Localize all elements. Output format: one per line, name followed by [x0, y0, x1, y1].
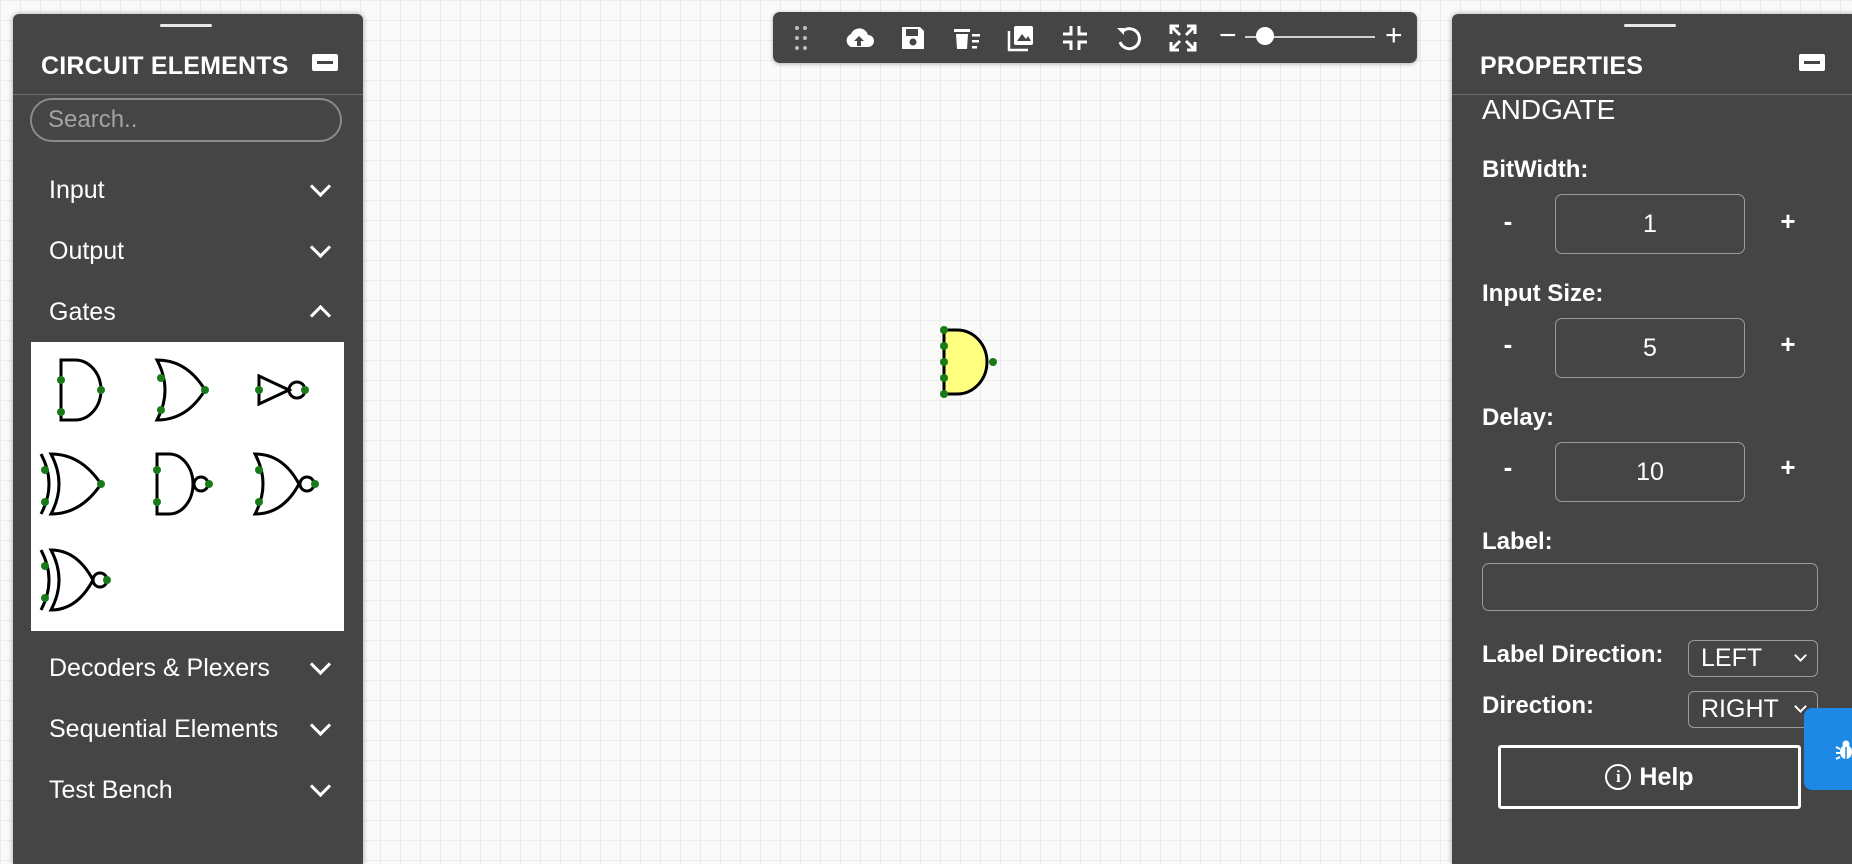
bitwidth-input[interactable]: 1 — [1555, 194, 1745, 254]
minimize-button[interactable] — [1799, 54, 1825, 71]
delay-decrement-button[interactable]: - — [1493, 452, 1523, 483]
panel-title: CIRCUIT ELEMENTS — [41, 52, 289, 80]
gates-palette — [31, 342, 344, 631]
delay-input[interactable]: 10 — [1555, 442, 1745, 502]
bitwidth-label: BitWidth: — [1482, 156, 1589, 183]
zoom-out-button[interactable]: − — [1219, 18, 1237, 54]
input-size-input[interactable]: 5 — [1555, 318, 1745, 378]
input-size-increment-button[interactable]: + — [1773, 329, 1803, 360]
or-gate-icon[interactable] — [147, 350, 227, 430]
input-size-label: Input Size: — [1482, 280, 1604, 307]
chevron-down-icon — [309, 175, 332, 198]
category-label: Sequential Elements — [49, 715, 279, 743]
cloud-upload-icon[interactable] — [843, 22, 875, 54]
category-label: Output — [49, 237, 125, 265]
nand-gate-icon[interactable] — [147, 444, 227, 524]
help-label: Help — [1639, 762, 1694, 791]
circuit-elements-panel: CIRCUIT ELEMENTS Input Output Gates — [13, 14, 363, 864]
category-gates[interactable]: Gates — [13, 288, 363, 338]
category-output[interactable]: Output — [13, 227, 363, 277]
xnor-gate-icon[interactable] — [37, 540, 117, 620]
input-size-decrement-button[interactable]: - — [1493, 329, 1523, 360]
delete-all-icon[interactable] — [951, 22, 983, 54]
delay-increment-button[interactable]: + — [1773, 452, 1803, 483]
bug-icon — [1835, 740, 1852, 760]
chevron-down-icon — [309, 775, 332, 798]
bitwidth-increment-button[interactable]: + — [1773, 206, 1803, 237]
minimize-button[interactable] — [312, 54, 338, 71]
element-name: ANDGATE — [1482, 94, 1616, 125]
label-direction-select[interactable]: LEFT — [1688, 640, 1818, 677]
not-gate-icon[interactable] — [249, 350, 329, 430]
category-label: Input — [49, 176, 105, 204]
category-label: Decoders & Plexers — [49, 654, 270, 682]
chevron-up-icon — [309, 304, 332, 327]
chevron-down-icon — [309, 653, 332, 676]
fullscreen-icon[interactable] — [1167, 22, 1199, 54]
label-direction-label: Label Direction: — [1482, 641, 1664, 668]
bitwidth-decrement-button[interactable]: - — [1493, 206, 1523, 237]
label-direction-value: LEFT — [1701, 644, 1763, 672]
xor-gate-icon[interactable] — [37, 444, 117, 524]
and-gate-icon[interactable] — [45, 350, 125, 430]
nor-gate-icon[interactable] — [249, 444, 329, 524]
category-sequential-elements[interactable]: Sequential Elements — [13, 705, 363, 755]
properties-panel: PROPERTIES ANDGATE BitWidth: - 1 + Input… — [1452, 14, 1852, 864]
undo-icon[interactable] — [1113, 22, 1145, 54]
image-icon[interactable] — [1005, 22, 1037, 54]
panel-drag-handle[interactable] — [160, 24, 212, 27]
drag-handle-icon[interactable] — [785, 22, 817, 54]
zoom-in-button[interactable]: + — [1385, 18, 1403, 54]
chevron-down-icon — [309, 236, 332, 259]
direction-select[interactable]: RIGHT — [1688, 691, 1818, 728]
fit-to-screen-icon[interactable] — [1059, 22, 1091, 54]
label-input[interactable] — [1482, 563, 1818, 611]
toolbar: − + — [773, 12, 1417, 63]
delay-label: Delay: — [1482, 404, 1555, 431]
category-test-bench[interactable]: Test Bench — [13, 766, 363, 816]
direction-label: Direction: — [1482, 692, 1595, 719]
search-input[interactable] — [30, 98, 342, 142]
panel-drag-handle[interactable] — [1624, 24, 1676, 27]
info-icon: i — [1605, 764, 1632, 790]
report-issue-tab[interactable] — [1804, 708, 1852, 790]
canvas-and-gate[interactable] — [935, 322, 1005, 402]
save-icon[interactable] — [897, 22, 929, 54]
category-decoders-plexers[interactable]: Decoders & Plexers — [13, 644, 363, 694]
category-label: Gates — [49, 298, 116, 326]
help-button[interactable]: i Help — [1498, 745, 1801, 809]
label-label: Label: — [1482, 528, 1553, 555]
chevron-down-icon — [1794, 649, 1807, 662]
panel-title: PROPERTIES — [1480, 52, 1644, 80]
zoom-slider-thumb[interactable] — [1256, 27, 1274, 45]
chevron-down-icon — [309, 714, 332, 737]
category-label: Test Bench — [49, 776, 173, 804]
category-input[interactable]: Input — [13, 166, 363, 216]
divider — [13, 94, 363, 95]
direction-value: RIGHT — [1701, 695, 1779, 723]
